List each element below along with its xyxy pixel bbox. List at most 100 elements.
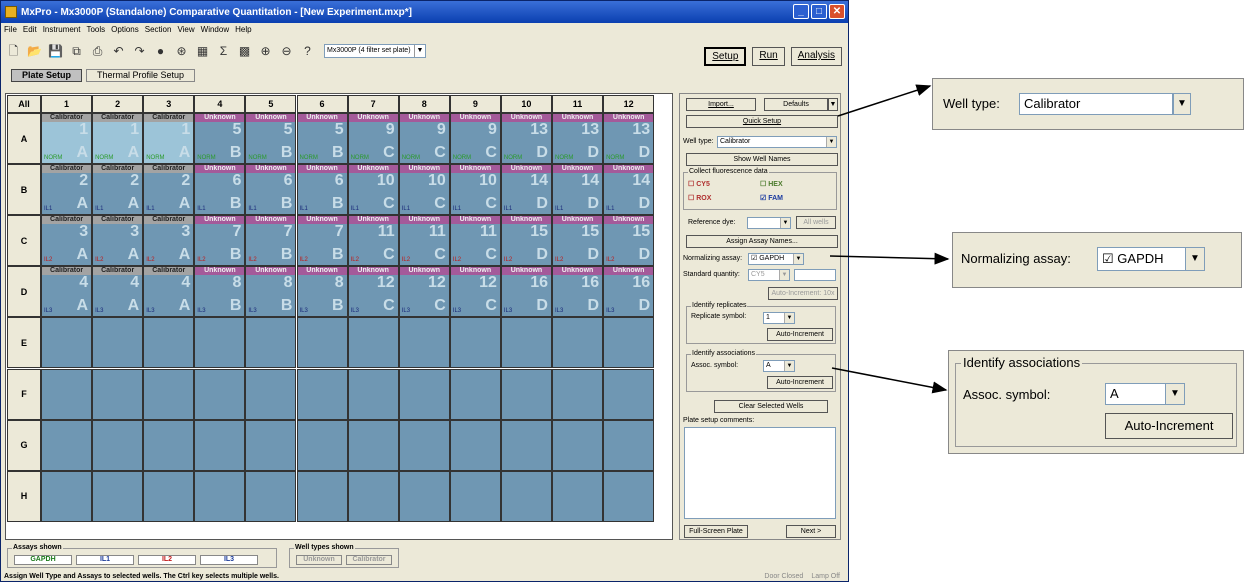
plate-well[interactable]: Unknown 9 C NORM bbox=[449, 113, 501, 165]
plate-well[interactable] bbox=[92, 317, 144, 369]
quick-setup-button[interactable]: Quick Setup bbox=[686, 115, 838, 128]
maximize-button[interactable]: □ bbox=[811, 4, 827, 19]
grid-icon[interactable]: ▩ bbox=[236, 43, 253, 60]
menu-item-instrument[interactable]: Instrument bbox=[43, 25, 81, 34]
plate-well[interactable] bbox=[41, 317, 93, 369]
plate-well[interactable]: Unknown 13 D NORM bbox=[500, 113, 552, 165]
plate-well[interactable] bbox=[296, 470, 348, 522]
plate-well[interactable]: Unknown 6 B IL1 bbox=[245, 164, 297, 216]
all-wells-button[interactable]: All wells bbox=[796, 216, 836, 229]
column-header-9[interactable]: 9 bbox=[449, 95, 501, 113]
assay-chip[interactable]: IL2 bbox=[138, 555, 196, 565]
redo-icon[interactable]: ↷ bbox=[131, 43, 148, 60]
plate-well[interactable]: Calibrator 4 A IL3 bbox=[143, 266, 195, 318]
column-header-8[interactable]: 8 bbox=[398, 95, 450, 113]
plate-well[interactable]: Unknown 12 C IL3 bbox=[449, 266, 501, 318]
open-folder-icon[interactable]: 📂 bbox=[26, 43, 43, 60]
plate-icon[interactable]: ⊛ bbox=[173, 43, 190, 60]
plate-well[interactable]: Unknown 7 B IL2 bbox=[245, 215, 297, 267]
row-header-c[interactable]: C bbox=[7, 215, 41, 267]
plate-well[interactable]: Unknown 9 C NORM bbox=[347, 113, 399, 165]
plate-well[interactable] bbox=[296, 419, 348, 471]
column-header-3[interactable]: 3 bbox=[143, 95, 195, 113]
row-header-g[interactable]: G bbox=[7, 419, 41, 471]
plate-well[interactable] bbox=[449, 368, 501, 420]
hex-checkbox[interactable]: ☐ HEX bbox=[760, 180, 783, 188]
plate-well[interactable] bbox=[194, 470, 246, 522]
column-header-12[interactable]: 12 bbox=[603, 95, 655, 113]
plate-well[interactable]: Unknown 7 B IL2 bbox=[194, 215, 246, 267]
plate-well[interactable]: Calibrator 3 A IL2 bbox=[92, 215, 144, 267]
plate-well[interactable]: Calibrator 3 A IL2 bbox=[143, 215, 195, 267]
full-screen-plate-button[interactable]: Full-Screen Plate bbox=[684, 525, 748, 538]
analysis-button[interactable]: Analysis bbox=[790, 47, 842, 66]
clear-selected-wells-button[interactable]: Clear Selected Wells bbox=[714, 400, 828, 413]
plate-well[interactable] bbox=[143, 470, 195, 522]
plate-well[interactable] bbox=[500, 368, 552, 420]
plate-well[interactable] bbox=[552, 368, 604, 420]
plate-well[interactable]: Unknown 7 B IL2 bbox=[296, 215, 348, 267]
plate-well[interactable]: Calibrator 1 A NORM bbox=[92, 113, 144, 165]
menu-item-window[interactable]: Window bbox=[201, 25, 229, 34]
plate-well[interactable]: Unknown 14 D IL1 bbox=[552, 164, 604, 216]
plate-well[interactable] bbox=[347, 419, 399, 471]
menu-item-help[interactable]: Help bbox=[235, 25, 251, 34]
plate-well[interactable]: Unknown 16 D IL3 bbox=[500, 266, 552, 318]
plate-well[interactable] bbox=[449, 470, 501, 522]
plate-well[interactable]: Unknown 15 D IL2 bbox=[500, 215, 552, 267]
row-header-b[interactable]: B bbox=[7, 164, 41, 216]
plate-well[interactable] bbox=[347, 368, 399, 420]
plate-well[interactable] bbox=[143, 317, 195, 369]
plate-well[interactable]: Unknown 14 D IL1 bbox=[603, 164, 655, 216]
menu-item-file[interactable]: File bbox=[4, 25, 17, 34]
plate-well[interactable]: Calibrator 1 A NORM bbox=[41, 113, 93, 165]
new-file-icon[interactable]: 🗋 bbox=[5, 43, 22, 60]
plate-well[interactable] bbox=[449, 419, 501, 471]
print-icon[interactable]: ⎙ bbox=[89, 43, 106, 60]
plate-well[interactable]: Calibrator 4 A IL3 bbox=[41, 266, 93, 318]
defaults-dropdown-icon[interactable]: ▼ bbox=[828, 98, 838, 111]
plate-type-select[interactable]: Mx3000P (4 filter set plate) ▼ bbox=[324, 44, 427, 58]
plate-well[interactable] bbox=[500, 317, 552, 369]
plate-well[interactable] bbox=[603, 368, 655, 420]
plate-well[interactable]: Unknown 15 D IL2 bbox=[552, 215, 604, 267]
assay-chip[interactable]: IL1 bbox=[76, 555, 134, 565]
plate-well[interactable]: Unknown 11 C IL2 bbox=[398, 215, 450, 267]
plate-well[interactable]: Unknown 12 C IL3 bbox=[398, 266, 450, 318]
well-type-chip[interactable]: Unknown bbox=[296, 555, 342, 565]
plate-well[interactable]: Unknown 15 D IL2 bbox=[603, 215, 655, 267]
plate-well[interactable]: Unknown 10 C IL1 bbox=[449, 164, 501, 216]
assoc-symbol-select[interactable]: A ▼ bbox=[763, 360, 795, 372]
standard-quantity-select[interactable]: CY5 ▼ bbox=[748, 269, 790, 281]
zoom-out-icon[interactable]: ⊖ bbox=[278, 43, 295, 60]
standard-quantity-input[interactable] bbox=[794, 269, 836, 281]
select-all-wells[interactable]: All bbox=[7, 95, 41, 113]
column-header-11[interactable]: 11 bbox=[552, 95, 604, 113]
plate-well[interactable] bbox=[500, 419, 552, 471]
plate-well[interactable]: Calibrator 4 A IL3 bbox=[92, 266, 144, 318]
plate-well[interactable] bbox=[500, 470, 552, 522]
plate-well[interactable] bbox=[92, 470, 144, 522]
close-button[interactable]: ✕ bbox=[829, 4, 845, 19]
plate-well[interactable] bbox=[92, 368, 144, 420]
plate-well[interactable] bbox=[449, 317, 501, 369]
menu-item-edit[interactable]: Edit bbox=[23, 25, 37, 34]
column-header-4[interactable]: 4 bbox=[194, 95, 246, 113]
plate-well[interactable] bbox=[41, 419, 93, 471]
well-type-chip[interactable]: Calibrator bbox=[346, 555, 392, 565]
plate-well[interactable]: Unknown 10 C IL1 bbox=[347, 164, 399, 216]
cy5-checkbox[interactable]: ☐ CY5 bbox=[688, 180, 710, 188]
row-header-e[interactable]: E bbox=[7, 317, 41, 369]
column-header-5[interactable]: 5 bbox=[245, 95, 297, 113]
plate-well[interactable] bbox=[245, 368, 297, 420]
assign-assay-names-button[interactable]: Assign Assay Names... bbox=[686, 235, 838, 248]
assay-chip[interactable]: IL3 bbox=[200, 555, 258, 565]
tab-plate-setup[interactable]: Plate Setup bbox=[11, 69, 83, 82]
plate-well[interactable]: Unknown 14 D IL1 bbox=[500, 164, 552, 216]
plate-well[interactable] bbox=[92, 419, 144, 471]
replicate-symbol-select[interactable]: 1 ▼ bbox=[763, 312, 795, 324]
plate-well[interactable]: Unknown 16 D IL3 bbox=[552, 266, 604, 318]
plate-well[interactable]: Unknown 8 B IL3 bbox=[194, 266, 246, 318]
plate-well[interactable]: Unknown 11 C IL2 bbox=[347, 215, 399, 267]
plate-well[interactable]: Unknown 8 B IL3 bbox=[296, 266, 348, 318]
